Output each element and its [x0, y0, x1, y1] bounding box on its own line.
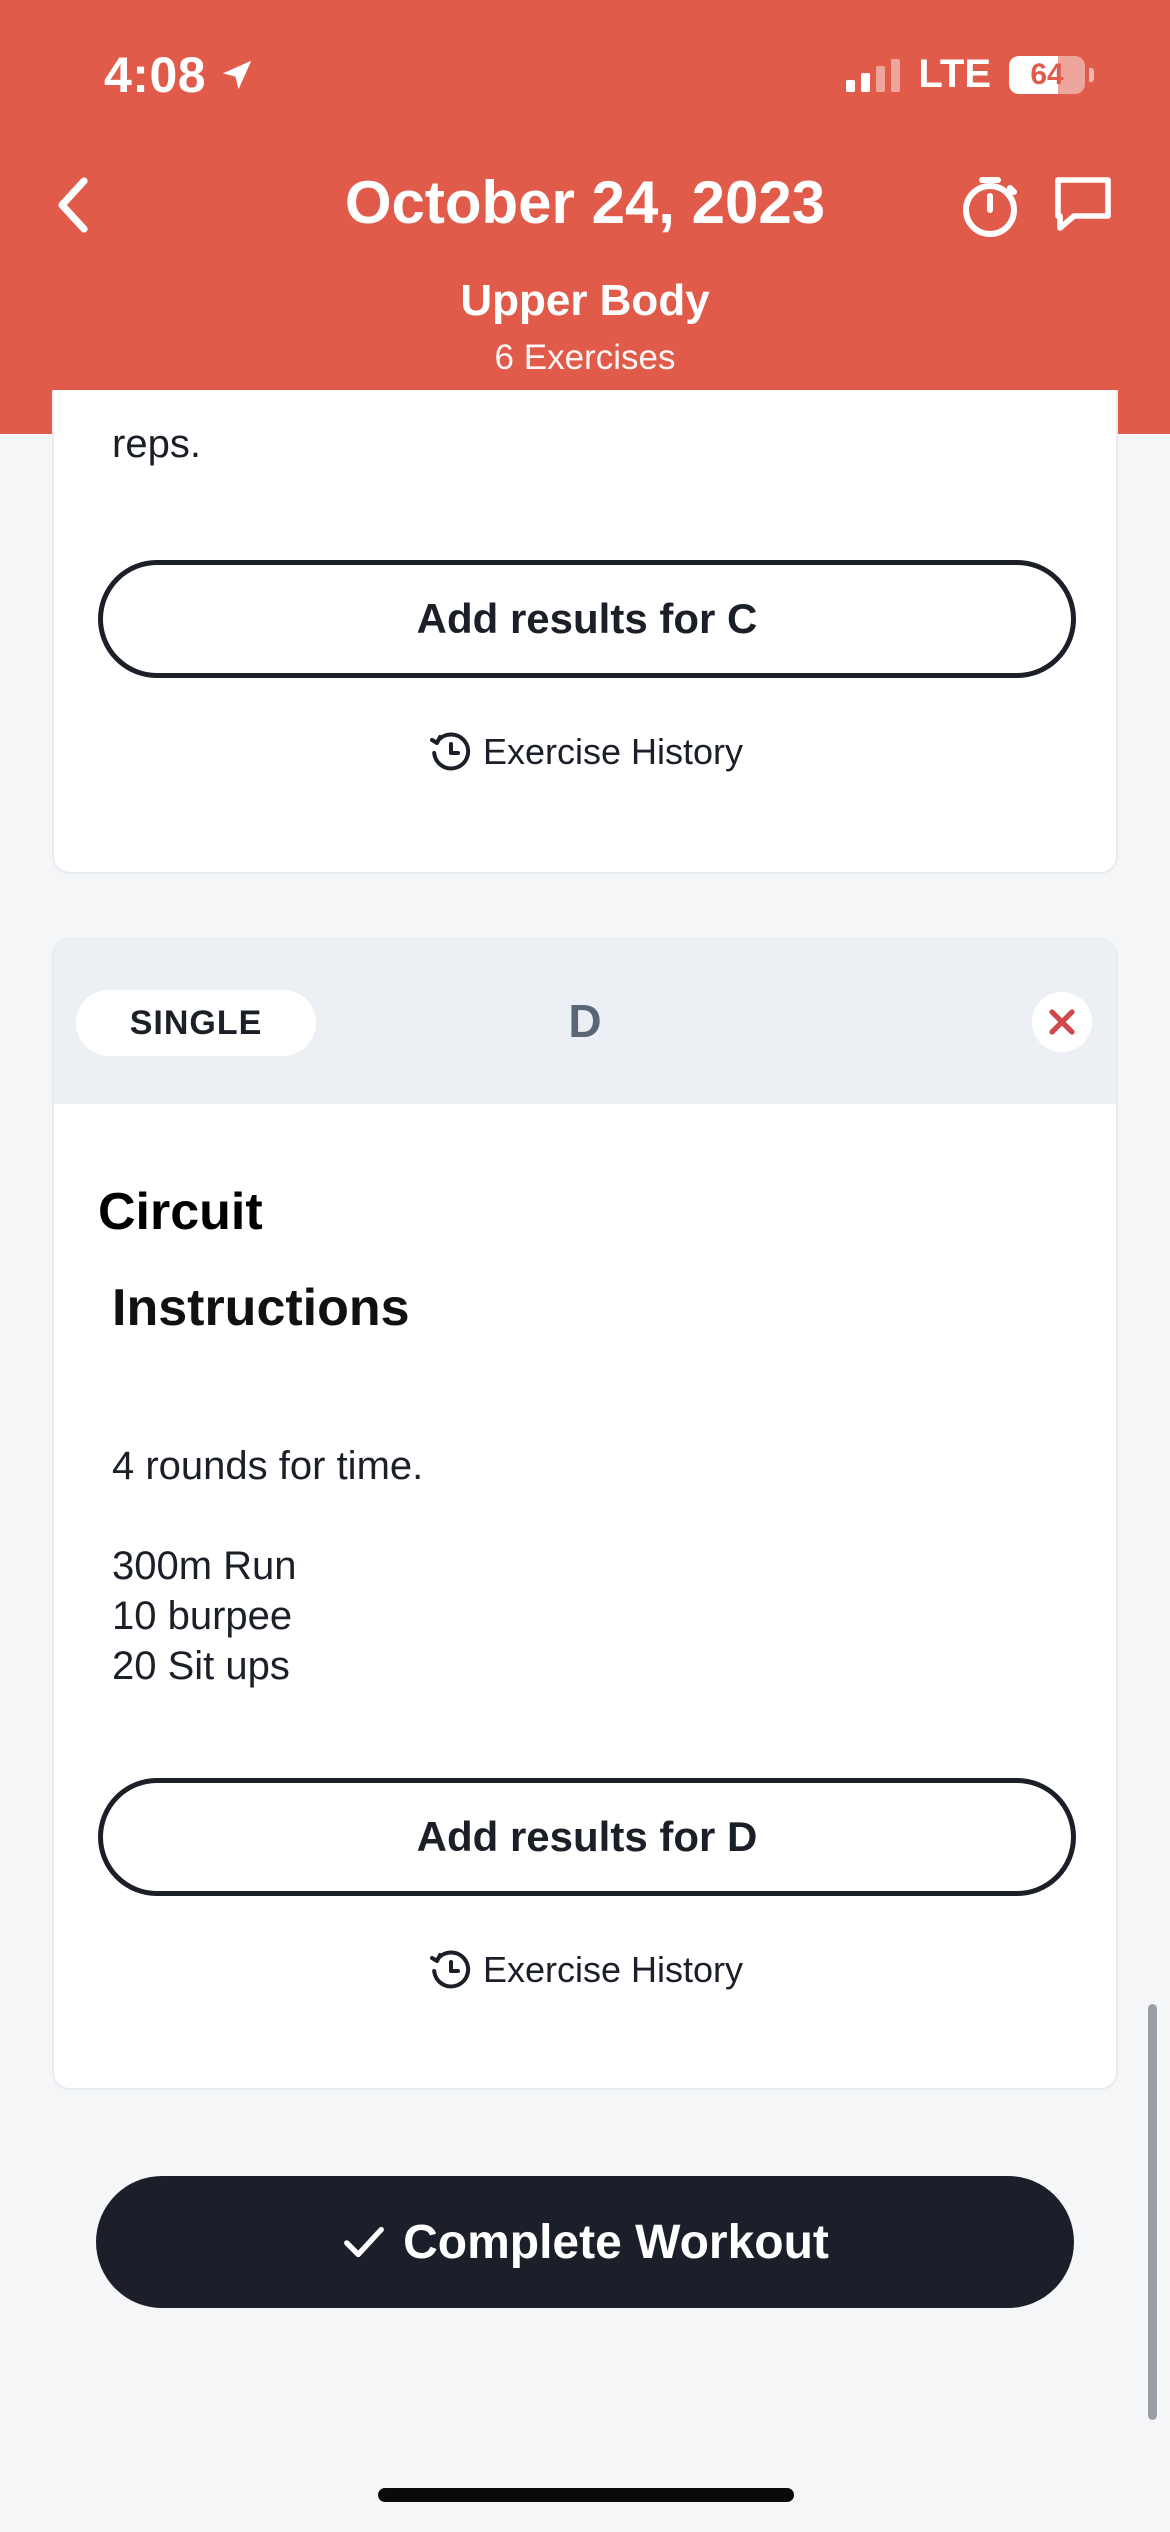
exercise-card-d: SINGLE D Circuit Instructions 4 rounds f… — [52, 938, 1118, 2090]
complete-workout-label: Complete Workout — [403, 2215, 829, 2269]
stopwatch-icon — [963, 177, 1017, 237]
timer-button[interactable] — [954, 170, 1026, 242]
exercise-history-c-link[interactable]: Exercise History — [54, 728, 1116, 776]
instruction-line: 20 Sit ups — [112, 1644, 290, 1688]
exercise-name: Circuit — [98, 1183, 263, 1241]
cellular-signal-icon — [846, 58, 901, 92]
status-time: 4:08 — [104, 46, 256, 104]
instructions-heading: Instructions — [112, 1279, 410, 1337]
add-results-d-button[interactable]: Add results for D — [98, 1778, 1076, 1896]
exercise-history-d-link[interactable]: Exercise History — [54, 1946, 1116, 1994]
home-indicator[interactable] — [378, 2488, 794, 2502]
battery-level: 64 — [1030, 57, 1064, 91]
chat-button[interactable] — [1050, 172, 1122, 244]
block-header: SINGLE D — [54, 940, 1116, 1104]
instruction-line: 10 burpee — [112, 1594, 293, 1638]
instruction-line: 4 rounds for time. — [112, 1444, 424, 1488]
remove-block-button[interactable] — [1032, 992, 1092, 1052]
close-icon — [1049, 1009, 1075, 1035]
battery-icon: 64 — [1009, 55, 1085, 94]
instructions-text: reps. — [112, 422, 201, 466]
exercise-history-label: Exercise History — [482, 1949, 744, 1990]
instruction-line: 300m Run — [112, 1544, 297, 1588]
chat-icon — [1055, 177, 1111, 231]
workout-name: Upper Body — [460, 276, 710, 325]
block-letter: D — [568, 995, 602, 1047]
status-indicators: LTE 64 — [846, 52, 1094, 97]
location-arrow-icon — [222, 60, 252, 90]
complete-workout-button[interactable]: Complete Workout — [96, 2176, 1074, 2308]
app-header: 4:08 LTE 64 October 24, 2023 Upper Body … — [0, 0, 1170, 434]
status-time-text: 4:08 — [104, 47, 207, 103]
checkmark-icon — [344, 2226, 385, 2258]
history-icon — [429, 1950, 471, 1989]
carrier-label: LTE — [918, 52, 991, 96]
scrollbar[interactable] — [1148, 2004, 1157, 2420]
exercise-count: 6 Exercises — [494, 338, 676, 377]
history-icon — [429, 732, 471, 771]
add-results-c-button[interactable]: Add results for C — [98, 560, 1076, 678]
exercise-card-c: reps. Add results for C Exercise History — [52, 390, 1118, 874]
exercise-history-label: Exercise History — [482, 731, 744, 772]
